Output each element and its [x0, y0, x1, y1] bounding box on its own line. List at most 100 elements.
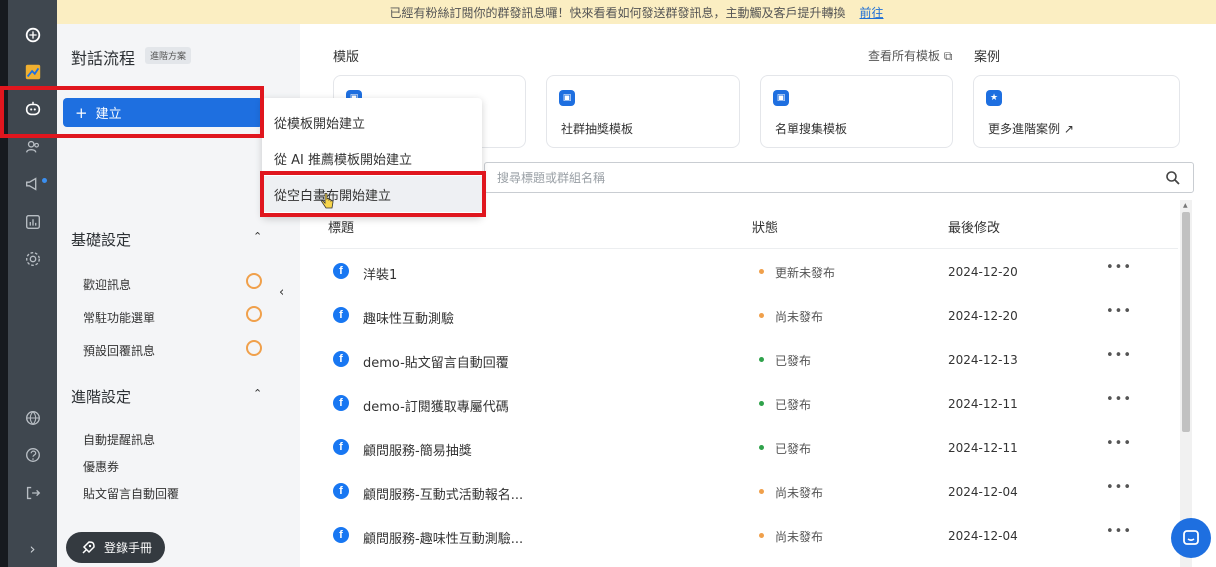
facebook-icon: f [333, 351, 349, 367]
row-date: 2024-12-20 [948, 309, 1018, 323]
template-card-label: 名單搜集模板 [775, 122, 848, 136]
more-options-icon[interactable]: ••• [1106, 304, 1132, 319]
status-dot [759, 357, 764, 362]
settings-icon[interactable] [8, 246, 57, 272]
more-options-icon[interactable]: ••• [1106, 480, 1132, 495]
row-title[interactable]: 顧問服務-趣味性互動測驗... [363, 528, 523, 547]
templates-heading: 模版 [333, 50, 360, 65]
facebook-icon: f [333, 527, 349, 543]
advanced-item-reminder[interactable]: 自動提醒訊息 [83, 431, 155, 448]
notification-dot [42, 178, 47, 183]
row-date: 2024-12-13 [948, 353, 1018, 367]
status-dot [759, 489, 764, 494]
more-options-icon[interactable]: ••• [1106, 524, 1132, 539]
globe-icon[interactable] [8, 405, 57, 431]
banner-link[interactable]: 前往 [860, 4, 884, 21]
search-icon[interactable] [1165, 170, 1181, 186]
advanced-item-comment-reply[interactable]: 貼文留言自動回覆 [83, 485, 179, 502]
status-dot [759, 313, 764, 318]
row-date: 2024-12-11 [948, 397, 1018, 411]
view-all-templates-link[interactable]: 查看所有模板 ⧉ [868, 47, 952, 64]
template-card-leads[interactable]: ▣ 名單搜集模板 [760, 75, 953, 148]
image-icon[interactable] [8, 59, 57, 85]
status-dot [759, 269, 764, 274]
cases-heading: 案例 [974, 50, 1001, 65]
column-header-title[interactable]: 標題 [328, 217, 354, 236]
row-status: 尚未發布 [775, 310, 824, 324]
search-box [484, 162, 1194, 193]
facebook-icon: f [333, 483, 349, 499]
search-input[interactable] [497, 170, 1137, 185]
table-row[interactable]: f 顧問服務-趣味性互動測驗... 尚未發布 2024-12-04 ••• [320, 513, 1178, 557]
table-row[interactable]: f demo-訂閱獲取專屬代碼 已發布 2024-12-11 ••• [320, 381, 1178, 425]
table-row[interactable]: f 洋裝1 更新未發布 2024-12-20 ••• [320, 249, 1178, 293]
menu-item-from-template[interactable]: 從模板開始建立 [262, 104, 482, 140]
megaphone-icon[interactable] [8, 171, 57, 197]
row-status: 已發布 [775, 354, 812, 368]
template-card-label: 社群抽獎模板 [561, 122, 634, 136]
plan-badge: 進階方案 [145, 47, 192, 64]
chat-support-button[interactable] [1171, 518, 1211, 558]
basic-settings-heading: 基礎設定 [71, 231, 132, 249]
row-title[interactable]: demo-貼文留言自動回覆 [363, 352, 509, 371]
scrollbar-thumb[interactable] [1182, 212, 1190, 432]
facebook-icon: f [333, 307, 349, 323]
table-row[interactable]: f 顧問服務-互動式活動報名... 尚未發布 2024-12-04 ••• [320, 469, 1178, 513]
template-card-lottery[interactable]: ▣ 社群抽獎模板 [546, 75, 740, 148]
expand-chevron-icon[interactable]: › [8, 537, 57, 561]
logout-icon[interactable] [8, 480, 57, 506]
row-status: 已發布 [775, 398, 812, 412]
announcement-banner: 已經有粉絲訂閱你的群發訊息囉！快來看看如何發送群發訊息，主動觸及客戶提升轉換 前… [57, 0, 1216, 24]
row-title[interactable]: 趣味性互動測驗 [363, 308, 454, 327]
hand-cursor-icon [321, 193, 334, 209]
panel-title: 對話流程 [71, 49, 136, 68]
banner-text: 已經有粉絲訂閱你的群發訊息囉！快來看看如何發送群發訊息，主動觸及客戶提升轉換 [389, 5, 846, 20]
chat-icon [1183, 530, 1199, 545]
status-ring-icon [246, 273, 262, 289]
collapse-chevron-icon[interactable]: ⌃ [253, 230, 262, 243]
more-options-icon[interactable]: ••• [1106, 392, 1132, 407]
row-title[interactable]: demo-訂閱獲取專屬代碼 [363, 396, 509, 415]
collapse-panel-icon[interactable]: ‹ [279, 285, 284, 300]
more-options-icon[interactable]: ••• [1106, 348, 1132, 363]
highlight-box-blank-canvas [260, 171, 486, 217]
view-all-label: 查看所有模板 [868, 49, 941, 63]
status-ring-icon [246, 306, 262, 322]
help-icon[interactable] [8, 442, 57, 468]
table-row[interactable]: f demo-貼文留言自動回覆 已發布 2024-12-13 ••• [320, 337, 1178, 381]
facebook-icon: f [333, 395, 349, 411]
row-status: 已發布 [775, 442, 812, 456]
row-status: 尚未發布 [775, 530, 824, 544]
manual-button-label: 登錄手冊 [104, 541, 153, 555]
status-dot [759, 445, 764, 450]
vertical-scrollbar[interactable]: ▲ [1180, 200, 1192, 567]
arrow-icon: ↗ [1063, 122, 1074, 136]
basic-item-default-reply[interactable]: 預設回覆訊息 [83, 342, 155, 359]
table-row[interactable]: f 顧問服務-簡易抽獎 已發布 2024-12-11 ••• [320, 425, 1178, 469]
table-row[interactable]: f 趣味性互動測驗 尚未發布 2024-12-20 ••• [320, 293, 1178, 337]
row-status: 尚未發布 [775, 486, 824, 500]
row-date: 2024-12-11 [948, 441, 1018, 455]
row-date: 2024-12-20 [948, 265, 1018, 279]
row-title[interactable]: 洋裝1 [363, 264, 397, 283]
column-header-modified[interactable]: 最後修改 [948, 217, 1000, 236]
more-options-icon[interactable]: ••• [1106, 436, 1132, 451]
facebook-icon: f [333, 439, 349, 455]
more-options-icon[interactable]: ••• [1106, 260, 1132, 275]
external-link-icon: ⧉ [943, 49, 953, 63]
scroll-up-icon[interactable]: ▲ [1183, 202, 1188, 209]
row-title[interactable]: 顧問服務-互動式活動報名... [363, 484, 523, 503]
advanced-item-coupon[interactable]: 優惠券 [83, 458, 119, 475]
manual-button[interactable]: 登錄手冊 [66, 532, 165, 563]
row-title[interactable]: 顧問服務-簡易抽獎 [363, 440, 472, 459]
logo-icon[interactable] [8, 22, 57, 48]
template-card-more-cases[interactable]: ★ 更多進階案例 ↗ [973, 75, 1180, 148]
collapse-chevron-icon[interactable]: ⌃ [253, 387, 262, 400]
row-date: 2024-12-04 [948, 485, 1018, 499]
rocket-icon [82, 540, 95, 554]
template-card-label: 更多進階案例 ↗ [988, 122, 1074, 136]
column-header-status[interactable]: 狀態 [752, 217, 778, 236]
chart-icon[interactable] [8, 209, 57, 235]
basic-item-menu[interactable]: 常駐功能選單 [83, 309, 155, 326]
basic-item-welcome[interactable]: 歡迎訊息 [83, 276, 131, 293]
